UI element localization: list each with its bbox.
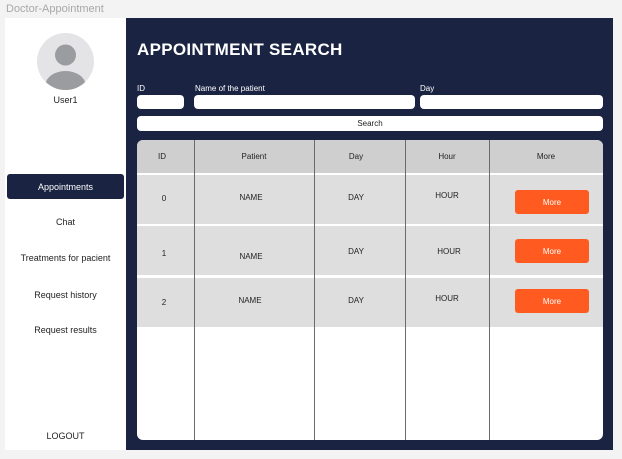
column-header-id: ID xyxy=(158,152,166,161)
main-panel: APPOINTMENT SEARCH ID Name of the patien… xyxy=(126,18,613,450)
cell-patient: NAME xyxy=(239,193,263,202)
day-input[interactable] xyxy=(420,95,603,109)
sidebar-item-appointments[interactable]: Appointments xyxy=(7,174,124,199)
window-title: Doctor-Appointment xyxy=(6,3,104,15)
column-header-hour: Hour xyxy=(438,152,456,161)
cell-patient: NAME xyxy=(238,296,262,305)
patient-name-label: Name of the patient xyxy=(195,84,265,93)
cell-id: 0 xyxy=(161,194,167,203)
sidebar-item-treatments[interactable]: Treatments for pacient xyxy=(7,245,124,270)
more-button[interactable]: More xyxy=(515,190,589,214)
cell-id: 1 xyxy=(161,249,167,258)
id-input[interactable] xyxy=(137,95,184,109)
logout-button[interactable]: LOGOUT xyxy=(5,431,126,441)
sidebar-item-chat[interactable]: Chat xyxy=(7,209,124,234)
page-title: APPOINTMENT SEARCH xyxy=(137,40,343,59)
username: User1 xyxy=(53,95,78,105)
more-button[interactable]: More xyxy=(515,239,589,263)
cell-day: DAY xyxy=(348,193,364,202)
column-divider xyxy=(489,140,490,440)
column-divider xyxy=(194,140,195,440)
sidebar-item-request-results[interactable]: Request results xyxy=(7,317,124,342)
cell-patient: NAME xyxy=(239,252,263,261)
cell-day: DAY xyxy=(348,247,364,256)
cell-hour: HOUR xyxy=(435,191,459,200)
cell-id: 2 xyxy=(161,298,167,307)
day-label: Day xyxy=(420,84,435,93)
patient-name-input[interactable] xyxy=(194,95,415,109)
column-header-patient: Patient xyxy=(241,152,267,161)
table-header xyxy=(137,140,603,173)
column-header-more: More xyxy=(536,152,556,161)
column-divider xyxy=(314,140,315,440)
id-label: ID xyxy=(137,84,145,93)
cell-hour: HOUR xyxy=(435,294,459,303)
search-button[interactable]: Search xyxy=(137,116,603,131)
user-avatar-icon xyxy=(37,33,94,90)
appointments-table: ID Patient Day Hour More 0 NAME DAY HOUR… xyxy=(137,140,603,440)
more-button[interactable]: More xyxy=(515,289,589,313)
sidebar: User1 Appointments Chat Treatments for p… xyxy=(5,18,126,450)
column-header-day: Day xyxy=(348,152,364,161)
sidebar-item-request-history[interactable]: Request history xyxy=(7,282,124,307)
column-divider xyxy=(405,140,406,440)
cell-hour: HOUR xyxy=(437,247,461,256)
cell-day: DAY xyxy=(348,296,364,305)
